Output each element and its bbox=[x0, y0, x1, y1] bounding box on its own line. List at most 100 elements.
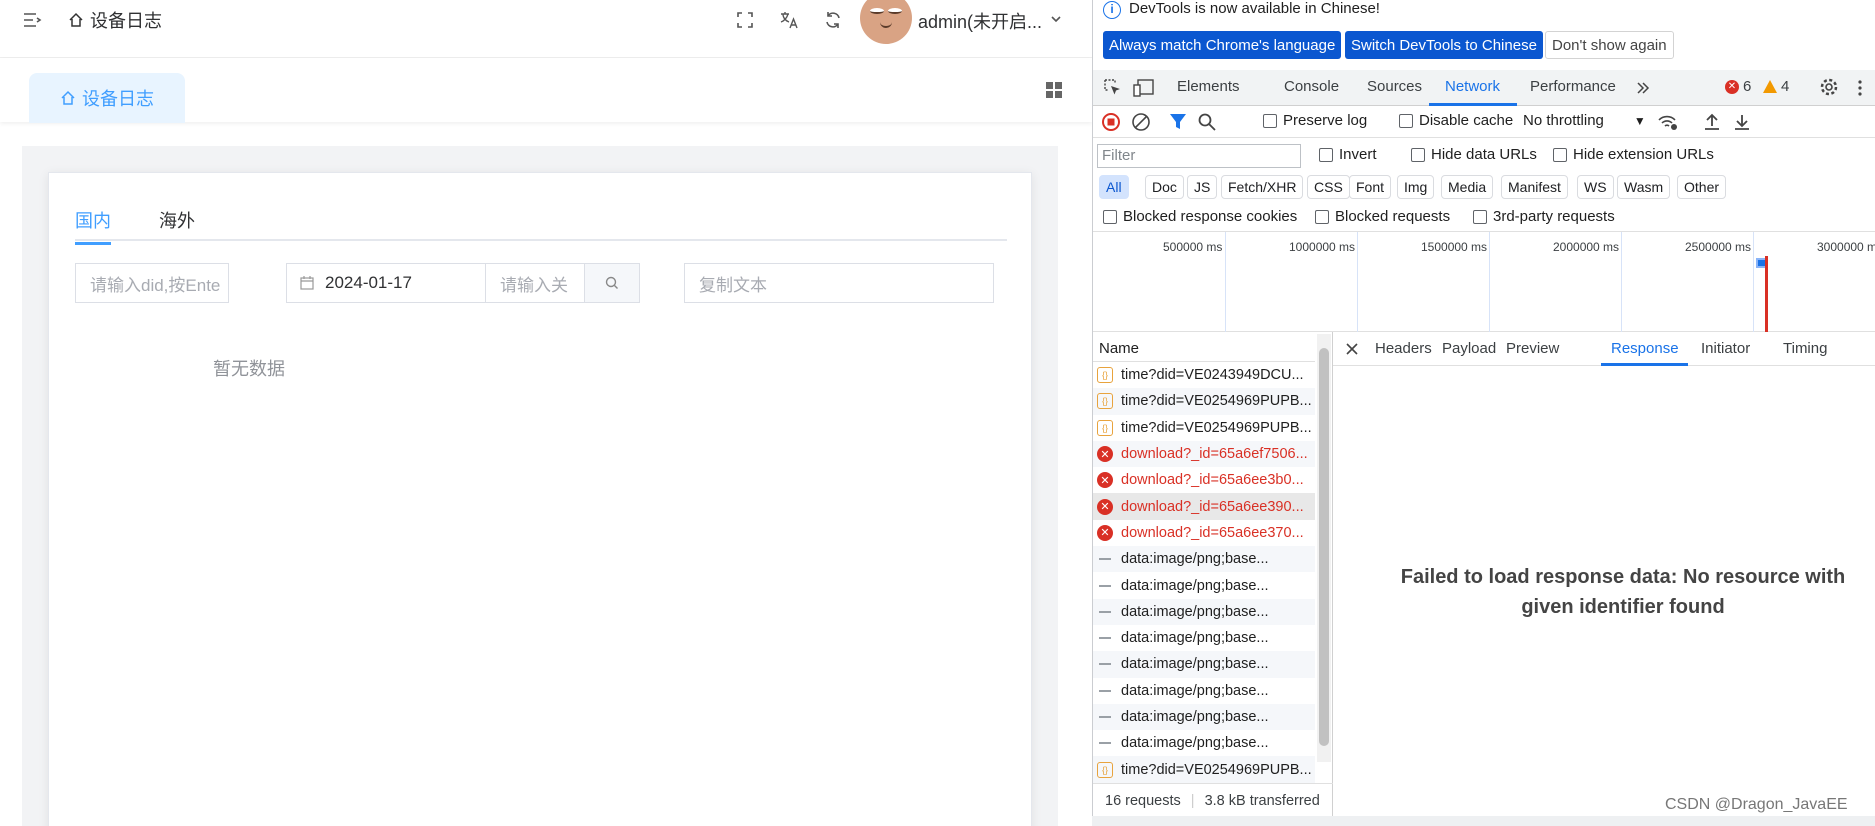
user-name[interactable]: admin(未开启... bbox=[918, 8, 1042, 34]
tab-initiator[interactable]: Initiator bbox=[1701, 340, 1750, 357]
error-icon: ✕ bbox=[1097, 524, 1113, 541]
hide-extension-urls-checkbox[interactable]: Hide extension URLs bbox=[1553, 146, 1714, 163]
status-footer: 16 requests | 3.8 kB transferred bbox=[1093, 783, 1333, 817]
tab-overseas[interactable]: 海外 bbox=[159, 207, 195, 239]
warning-count-value: 4 bbox=[1781, 78, 1790, 95]
request-row[interactable]: {} time?did=VE0243949DCU... bbox=[1093, 362, 1315, 388]
tab-timing[interactable]: Timing bbox=[1783, 340, 1827, 357]
image-data-icon bbox=[1099, 637, 1111, 640]
request-row[interactable]: ✕ download?_id=65a6ee3b0... bbox=[1093, 467, 1315, 493]
type-doc[interactable]: Doc bbox=[1145, 175, 1184, 199]
error-count[interactable]: ✕ 6 bbox=[1725, 78, 1751, 95]
request-row[interactable]: {} time?did=VE0254969PUPB... bbox=[1093, 415, 1315, 441]
filter-row: Filter Invert Hide data URLs Hide extens… bbox=[1093, 140, 1875, 172]
request-row[interactable]: data:image/png;base... bbox=[1093, 651, 1315, 678]
more-options-icon[interactable] bbox=[1857, 78, 1863, 98]
warning-count[interactable]: 4 bbox=[1763, 78, 1789, 95]
menu-collapse-icon[interactable] bbox=[22, 10, 42, 30]
blocked-cookies-checkbox[interactable]: Blocked response cookies bbox=[1103, 208, 1297, 225]
request-row[interactable]: data:image/png;base... bbox=[1093, 625, 1315, 651]
tab-console[interactable]: Console bbox=[1284, 78, 1339, 95]
disable-cache-checkbox[interactable]: Disable cache bbox=[1399, 112, 1513, 129]
tab-performance[interactable]: Performance bbox=[1530, 78, 1616, 95]
request-row[interactable]: data:image/png;base... bbox=[1093, 703, 1315, 731]
request-row[interactable]: ✕ download?_id=65a6ee390... bbox=[1093, 493, 1315, 520]
avatar[interactable] bbox=[860, 0, 912, 44]
request-row[interactable]: ✕ download?_id=65a6ef7506... bbox=[1093, 440, 1315, 468]
network-timeline[interactable]: 500000 ms 1000000 ms 1500000 ms 2000000 … bbox=[1093, 232, 1875, 332]
type-font[interactable]: Font bbox=[1349, 175, 1392, 199]
request-list-scrollbar[interactable] bbox=[1317, 334, 1331, 762]
chevron-down-icon[interactable] bbox=[1050, 13, 1062, 25]
type-media[interactable]: Media bbox=[1441, 175, 1494, 199]
match-language-button[interactable]: Always match Chrome's language bbox=[1103, 31, 1342, 59]
filter-input[interactable]: Filter bbox=[1097, 144, 1301, 168]
request-row[interactable]: data:image/png;base... bbox=[1093, 730, 1315, 756]
dont-show-again-button[interactable]: Don't show again bbox=[1545, 31, 1674, 59]
tab-sources[interactable]: Sources bbox=[1367, 78, 1422, 95]
search-icon[interactable] bbox=[1197, 112, 1217, 132]
request-row[interactable]: data:image/png;base... bbox=[1093, 678, 1315, 704]
type-manifest[interactable]: Manifest bbox=[1501, 175, 1568, 199]
copy-text-input[interactable]: 复制文本 bbox=[684, 263, 994, 303]
request-row[interactable]: {} time?did=VE0254969PUPB... bbox=[1093, 756, 1315, 783]
device-toolbar-icon[interactable] bbox=[1133, 78, 1155, 98]
switch-chinese-button[interactable]: Switch DevTools to Chinese bbox=[1345, 31, 1543, 59]
import-har-icon[interactable] bbox=[1703, 112, 1721, 132]
filter-funnel-icon[interactable] bbox=[1169, 112, 1187, 132]
clear-icon[interactable] bbox=[1131, 112, 1151, 132]
translate-icon[interactable] bbox=[778, 9, 800, 31]
refresh-icon[interactable] bbox=[822, 9, 844, 31]
request-row[interactable]: data:image/png;base... bbox=[1093, 572, 1315, 598]
type-wasm[interactable]: Wasm bbox=[1617, 175, 1671, 199]
type-other[interactable]: Other bbox=[1677, 175, 1727, 199]
type-all[interactable]: All bbox=[1099, 175, 1129, 199]
type-css[interactable]: CSS bbox=[1307, 175, 1350, 199]
inspect-element-icon[interactable] bbox=[1103, 78, 1123, 98]
scroll-thumb[interactable] bbox=[1319, 348, 1329, 746]
tab-response[interactable]: Response bbox=[1611, 340, 1679, 357]
third-party-checkbox[interactable]: 3rd-party requests bbox=[1473, 208, 1615, 225]
stop-recording-icon[interactable] bbox=[1101, 112, 1121, 132]
image-data-icon bbox=[1099, 663, 1111, 666]
did-input[interactable]: 请输入did,按Ente bbox=[75, 263, 229, 303]
type-fetch-xhr[interactable]: Fetch/XHR bbox=[1221, 175, 1304, 199]
request-name: data:image/png;base... bbox=[1121, 603, 1269, 620]
tab-network[interactable]: Network bbox=[1445, 78, 1500, 95]
fullscreen-icon[interactable] bbox=[734, 9, 756, 31]
devtools-bottom-scrollbar[interactable] bbox=[1092, 816, 1875, 826]
grid-icon[interactable] bbox=[1045, 81, 1063, 99]
throttling-select[interactable]: No throttling ▼ bbox=[1523, 112, 1646, 129]
settings-gear-icon[interactable] bbox=[1819, 77, 1839, 97]
tab-payload[interactable]: Payload bbox=[1442, 340, 1496, 357]
keyword-input[interactable]: 请输入关 bbox=[485, 263, 585, 303]
request-row[interactable]: {} time?did=VE0254969PUPB... bbox=[1093, 388, 1315, 415]
invert-checkbox[interactable]: Invert bbox=[1319, 146, 1377, 163]
tab-headers[interactable]: Headers bbox=[1375, 340, 1432, 357]
tab-preview[interactable]: Preview bbox=[1506, 340, 1559, 357]
request-row[interactable]: data:image/png;base... bbox=[1093, 598, 1315, 625]
preserve-log-checkbox[interactable]: Preserve log bbox=[1263, 112, 1367, 129]
request-row[interactable]: ✕ download?_id=65a6ee370... bbox=[1093, 520, 1315, 546]
name-column-header[interactable]: Name bbox=[1093, 332, 1315, 362]
export-har-icon[interactable] bbox=[1733, 112, 1751, 132]
type-js[interactable]: JS bbox=[1187, 175, 1218, 199]
date-picker[interactable]: 2024-01-17 bbox=[286, 263, 486, 303]
request-name: data:image/png;base... bbox=[1121, 551, 1269, 568]
view-tab-device-log[interactable]: 设备日志 bbox=[29, 73, 185, 123]
xhr-icon: {} bbox=[1097, 367, 1113, 384]
request-row[interactable]: data:image/png;base... bbox=[1093, 546, 1315, 573]
type-ws[interactable]: WS bbox=[1577, 175, 1614, 199]
content-area: 国内 海外 请输入did,按Ente 2024-01-17 请输入关 复制文本 … bbox=[22, 146, 1058, 826]
search-button[interactable] bbox=[584, 263, 640, 303]
network-conditions-icon[interactable] bbox=[1657, 112, 1679, 132]
hide-data-urls-checkbox[interactable]: Hide data URLs bbox=[1411, 146, 1537, 163]
image-data-icon bbox=[1099, 584, 1111, 587]
close-icon[interactable] bbox=[1345, 342, 1359, 356]
more-tabs-icon[interactable] bbox=[1635, 80, 1651, 96]
request-name: download?_id=65a6ef7506... bbox=[1121, 446, 1308, 463]
tab-elements[interactable]: Elements bbox=[1177, 78, 1240, 95]
type-img[interactable]: Img bbox=[1397, 175, 1435, 199]
tab-domestic[interactable]: 国内 bbox=[75, 207, 111, 245]
blocked-requests-checkbox[interactable]: Blocked requests bbox=[1315, 208, 1450, 225]
